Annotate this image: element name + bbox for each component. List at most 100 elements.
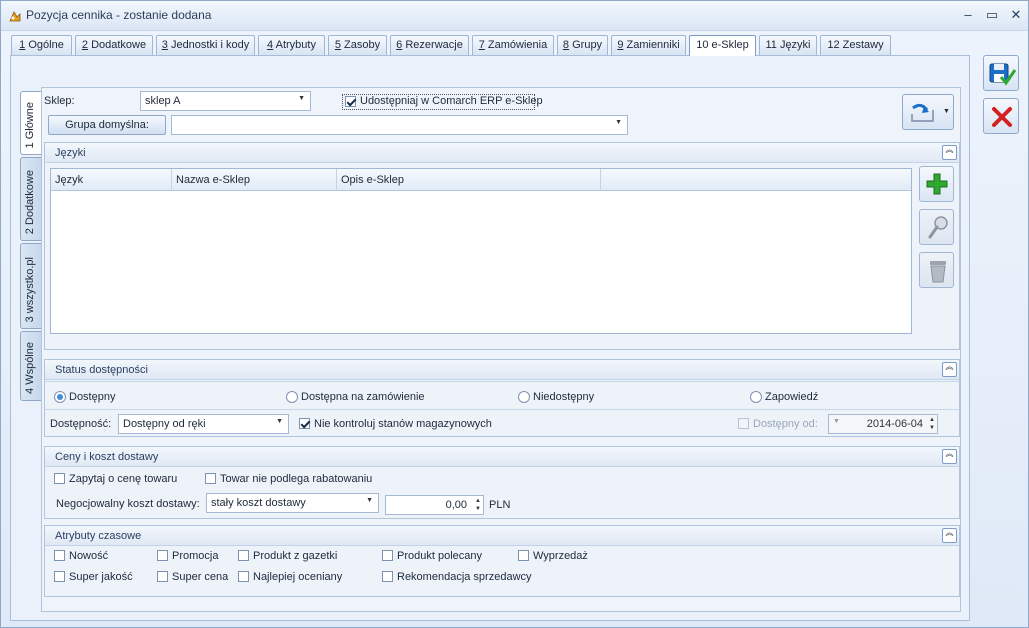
vtab-wszystko[interactable]: 3 wszystko.pl bbox=[20, 243, 41, 329]
dostepny-od-checkbox[interactable] bbox=[738, 418, 749, 429]
tab-jednostki[interactable]: 3 Jednostki i kody bbox=[156, 35, 255, 55]
delete-button[interactable] bbox=[919, 252, 954, 288]
radio-zapowiedz[interactable] bbox=[750, 391, 762, 403]
tab-ogolne[interactable]: 1 Ogólne bbox=[11, 35, 72, 55]
tab-zestawy[interactable]: 12 Zestawy bbox=[820, 35, 891, 55]
tab-dodatkowe[interactable]: 2 Dodatkowe bbox=[75, 35, 153, 55]
collapse-icon[interactable]: ︽ bbox=[942, 528, 957, 543]
dostepnosc-select[interactable]: Dostępny od ręki ▼ bbox=[118, 414, 289, 434]
jezyki-group-header: Języki ︽ bbox=[45, 143, 959, 163]
col-jezyk[interactable]: Język bbox=[51, 169, 172, 191]
super-jakosc-checkbox[interactable] bbox=[54, 571, 65, 582]
polecany-checkbox[interactable] bbox=[382, 550, 393, 561]
dostepny-od-value: 2014-06-04 bbox=[866, 418, 923, 430]
radio-niedostepny-label: Niedostępny bbox=[533, 391, 595, 403]
promocja-checkbox[interactable] bbox=[157, 550, 168, 561]
col-empty bbox=[601, 169, 913, 191]
super-jakosc-label: Super jakość bbox=[69, 571, 133, 583]
sklep-select[interactable]: sklep A ▼ bbox=[140, 91, 311, 111]
ceny-title: Ceny i koszt dostawy bbox=[55, 451, 159, 463]
maximize-icon[interactable]: ▭ bbox=[983, 7, 1001, 23]
radio-dostepny-label: Dostępny bbox=[69, 391, 116, 403]
jezyki-table-header: Język Nazwa e-Sklep Opis e-Sklep bbox=[51, 169, 911, 191]
atrybuty-group-header: Atrybuty czasowe ︽ bbox=[45, 526, 959, 546]
tab-grupy[interactable]: 8 Grupy bbox=[557, 35, 608, 55]
col-opis[interactable]: Opis e-Sklep bbox=[337, 169, 601, 191]
dostepnosc-label: Dostępność: bbox=[50, 418, 112, 430]
minimize-icon[interactable]: – bbox=[959, 7, 977, 23]
tab-rezerwacje[interactable]: 6 Rezerwacje bbox=[390, 35, 469, 55]
koszt-value: stały koszt dostawy bbox=[211, 497, 306, 509]
najlepiej-checkbox[interactable] bbox=[238, 571, 249, 582]
chevron-down-icon: ▼ bbox=[615, 119, 622, 126]
radio-dostepny[interactable] bbox=[54, 391, 66, 403]
gazetka-checkbox[interactable] bbox=[238, 550, 249, 561]
spinner-icon[interactable]: ▲ ▼ bbox=[929, 416, 935, 432]
chevron-down-icon: ▼ bbox=[276, 418, 283, 425]
waluta-label: PLN bbox=[489, 499, 511, 511]
nie-kontroluj-label: Nie kontroluj stanów magazynowych bbox=[314, 418, 492, 430]
chevron-down-icon: ▼ bbox=[943, 108, 950, 115]
nowosc-label: Nowość bbox=[69, 550, 109, 562]
magnifier-icon bbox=[928, 216, 948, 239]
radio-niedostepny[interactable] bbox=[518, 391, 530, 403]
tab-zamowienia[interactable]: 7 Zamówienia bbox=[472, 35, 554, 55]
super-cena-checkbox[interactable] bbox=[157, 571, 168, 582]
status-title: Status dostępności bbox=[55, 364, 148, 376]
vtab-wspolne[interactable]: 4 Wspólne bbox=[20, 331, 41, 401]
grupa-select[interactable]: ▼ bbox=[171, 115, 628, 135]
tab-e-sklep[interactable]: 10 e-Sklep bbox=[689, 35, 756, 56]
dostepnosc-value: Dostępny od ręki bbox=[123, 418, 206, 430]
export-menu-button[interactable]: ▼ bbox=[902, 94, 954, 130]
zapytaj-checkbox[interactable] bbox=[54, 473, 65, 484]
zapytaj-label: Zapytaj o cenę towaru bbox=[69, 473, 178, 485]
rekomendacja-checkbox[interactable] bbox=[382, 571, 393, 582]
chevron-down-icon: ▼ bbox=[833, 418, 840, 425]
collapse-icon[interactable]: ︽ bbox=[942, 362, 957, 377]
udostepniaj-checkbox[interactable] bbox=[345, 96, 356, 107]
vtab-dodatkowe[interactable]: 2 Dodatkowe bbox=[20, 157, 41, 241]
window-title: Pozycja cennika - zostanie dodana bbox=[26, 8, 212, 22]
rabat-label: Towar nie podlega rabatowaniu bbox=[220, 473, 373, 485]
cancel-icon bbox=[992, 107, 1012, 127]
ceny-group-header: Ceny i koszt dostawy ︽ bbox=[45, 447, 959, 467]
kwota-value: 0,00 bbox=[445, 499, 467, 511]
divider bbox=[45, 409, 959, 410]
grupa-domyslna-button[interactable]: Grupa domyślna: bbox=[48, 115, 166, 135]
rabat-checkbox[interactable] bbox=[205, 473, 216, 484]
close-icon[interactable]: ✕ bbox=[1007, 7, 1025, 23]
plus-icon bbox=[926, 173, 948, 195]
koszt-select[interactable]: stały koszt dostawy ▼ bbox=[206, 493, 379, 513]
vtab-glowne[interactable]: 1 Główne bbox=[20, 91, 41, 155]
radio-na-zamowienie[interactable] bbox=[286, 391, 298, 403]
chevron-down-icon: ▼ bbox=[366, 497, 373, 504]
nowosc-checkbox[interactable] bbox=[54, 550, 65, 561]
cancel-button[interactable] bbox=[983, 98, 1019, 134]
dostepny-od-date[interactable]: ▼ 2014-06-04 ▲ ▼ bbox=[828, 414, 938, 434]
status-group-header: Status dostępności ︽ bbox=[45, 360, 959, 380]
collapse-icon[interactable]: ︽ bbox=[942, 145, 957, 160]
najlepiej-label: Najlepiej oceniany bbox=[253, 571, 343, 583]
tab-atrybuty[interactable]: 4 Atrybuty bbox=[258, 35, 325, 55]
kwota-input[interactable]: 0,00 ▲ ▼ bbox=[385, 495, 484, 515]
dostepny-od-label: Dostępny od: bbox=[753, 418, 818, 430]
edit-button[interactable] bbox=[919, 209, 954, 245]
col-nazwa[interactable]: Nazwa e-Sklep bbox=[172, 169, 337, 191]
app-icon bbox=[9, 11, 21, 22]
jezyki-table[interactable]: Język Nazwa e-Sklep Opis e-Sklep bbox=[50, 168, 912, 334]
export-icon bbox=[911, 103, 934, 122]
promocja-label: Promocja bbox=[172, 550, 219, 562]
tab-zasoby[interactable]: 5 Zasoby bbox=[328, 35, 387, 55]
nie-kontroluj-checkbox[interactable] bbox=[299, 418, 310, 429]
wyprzedaz-checkbox[interactable] bbox=[518, 550, 529, 561]
spinner-icon[interactable]: ▲ ▼ bbox=[475, 497, 481, 513]
save-button[interactable] bbox=[983, 55, 1019, 91]
wyprzedaz-label: Wyprzedaż bbox=[533, 550, 588, 562]
sklep-value: sklep A bbox=[145, 95, 181, 107]
collapse-icon[interactable]: ︽ bbox=[942, 449, 957, 464]
atrybuty-title: Atrybuty czasowe bbox=[55, 530, 142, 542]
radio-na-zamowienie-label: Dostępna na zamówienie bbox=[301, 391, 425, 403]
add-button[interactable] bbox=[919, 166, 954, 202]
tab-zamienniki[interactable]: 9 Zamienniki bbox=[611, 35, 686, 55]
tab-jezyki[interactable]: 11 Języki bbox=[759, 35, 817, 55]
